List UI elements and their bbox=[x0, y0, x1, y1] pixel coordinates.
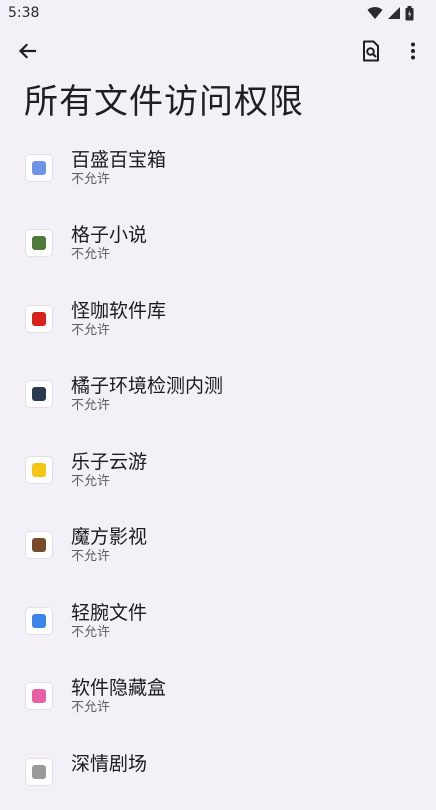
app-icon-glyph bbox=[32, 538, 46, 553]
app-name: 轻腕文件 bbox=[71, 601, 148, 624]
app-juzi-icon bbox=[26, 381, 52, 408]
search-button[interactable] bbox=[358, 38, 384, 64]
app-icon-glyph bbox=[32, 311, 46, 326]
app-name: 魔方影视 bbox=[71, 526, 148, 549]
status-bar: 5:38 bbox=[0, 0, 436, 26]
app-icon-glyph bbox=[32, 387, 46, 402]
app-icon-glyph bbox=[32, 613, 46, 628]
list-item[interactable]: 橘子环境检测内测 不允许 bbox=[0, 357, 436, 433]
list-item-texts: 轻腕文件 不允许 bbox=[71, 602, 147, 642]
app-name: 百盛百宝箱 bbox=[71, 148, 167, 171]
search-in-page-icon bbox=[363, 40, 379, 62]
list-item[interactable]: 格子小说 不允许 bbox=[0, 206, 436, 282]
list-item[interactable]: 乐子云游 不允许 bbox=[0, 432, 436, 508]
list-item[interactable]: 魔方影视 不允许 bbox=[0, 508, 436, 584]
back-button[interactable] bbox=[14, 38, 40, 64]
list-item-texts: 橘子环境检测内测 不允许 bbox=[71, 375, 223, 415]
app-permission-status: 不允许 bbox=[71, 322, 111, 338]
list-item[interactable]: 深情剧场 bbox=[0, 734, 436, 810]
app-name: 深情剧场 bbox=[71, 752, 148, 775]
status-time: 5:38 bbox=[8, 5, 40, 21]
toolbar bbox=[0, 26, 436, 76]
list-item-texts: 乐子云游 不允许 bbox=[71, 451, 147, 491]
app-qingwan-icon bbox=[26, 607, 52, 634]
list-item-texts: 深情剧场 bbox=[71, 753, 147, 775]
app-permission-status: 不允许 bbox=[71, 549, 111, 565]
app-icon-glyph bbox=[32, 689, 46, 704]
app-permission-status: 不允许 bbox=[71, 700, 111, 716]
signal-icon bbox=[388, 7, 400, 19]
app-icon-glyph bbox=[32, 462, 46, 477]
app-yincang-icon bbox=[26, 683, 52, 710]
app-permission-status: 不允许 bbox=[71, 247, 111, 263]
app-name: 软件隐藏盒 bbox=[71, 677, 167, 700]
more-options-button[interactable] bbox=[400, 38, 426, 64]
wifi-icon bbox=[367, 7, 383, 20]
app-name: 橘子环境检测内测 bbox=[71, 375, 224, 398]
app-lezi-icon bbox=[26, 456, 52, 483]
app-gezi-icon bbox=[26, 230, 52, 257]
app-permission-status: 不允许 bbox=[71, 624, 111, 640]
battery-icon bbox=[405, 5, 414, 20]
app-permission-status: 不允许 bbox=[71, 473, 111, 489]
list-item[interactable]: 轻腕文件 不允许 bbox=[0, 583, 436, 659]
app-name: 怪咖软件库 bbox=[71, 299, 167, 322]
list-item-texts: 百盛百宝箱 不允许 bbox=[71, 149, 166, 189]
app-icon-glyph bbox=[32, 236, 46, 251]
app-permission-status: 不允许 bbox=[71, 171, 111, 187]
app-guaika-icon bbox=[26, 305, 52, 332]
list-item-texts: 格子小说 不允许 bbox=[71, 224, 147, 264]
list-item-texts: 软件隐藏盒 不允许 bbox=[71, 677, 166, 717]
app-shenqing-icon bbox=[26, 758, 52, 785]
app-mofang-icon bbox=[26, 532, 52, 559]
app-icon-glyph bbox=[32, 160, 46, 175]
list-item[interactable]: 怪咖软件库 不允许 bbox=[0, 281, 436, 357]
app-baisheng-icon bbox=[26, 154, 52, 181]
status-icons bbox=[367, 5, 414, 21]
app-list: 百盛百宝箱 不允许 格子小说 不允许 怪咖软件库 不允许 橘子环境检测内测 不允许 乐子云游 不允… bbox=[0, 130, 436, 810]
list-item[interactable]: 百盛百宝箱 不允许 bbox=[0, 130, 436, 206]
list-item-texts: 魔方影视 不允许 bbox=[71, 526, 147, 566]
arrow-left-icon bbox=[18, 43, 37, 59]
app-icon-glyph bbox=[32, 764, 46, 779]
page-title: 所有文件访问权限 bbox=[24, 82, 304, 122]
app-permission-status: 不允许 bbox=[71, 398, 111, 414]
list-item-texts: 怪咖软件库 不允许 bbox=[71, 300, 166, 340]
list-item[interactable]: 软件隐藏盒 不允许 bbox=[0, 659, 436, 735]
app-name: 格子小说 bbox=[71, 224, 148, 247]
app-name: 乐子云游 bbox=[71, 450, 148, 473]
more-vert-icon bbox=[411, 42, 415, 60]
